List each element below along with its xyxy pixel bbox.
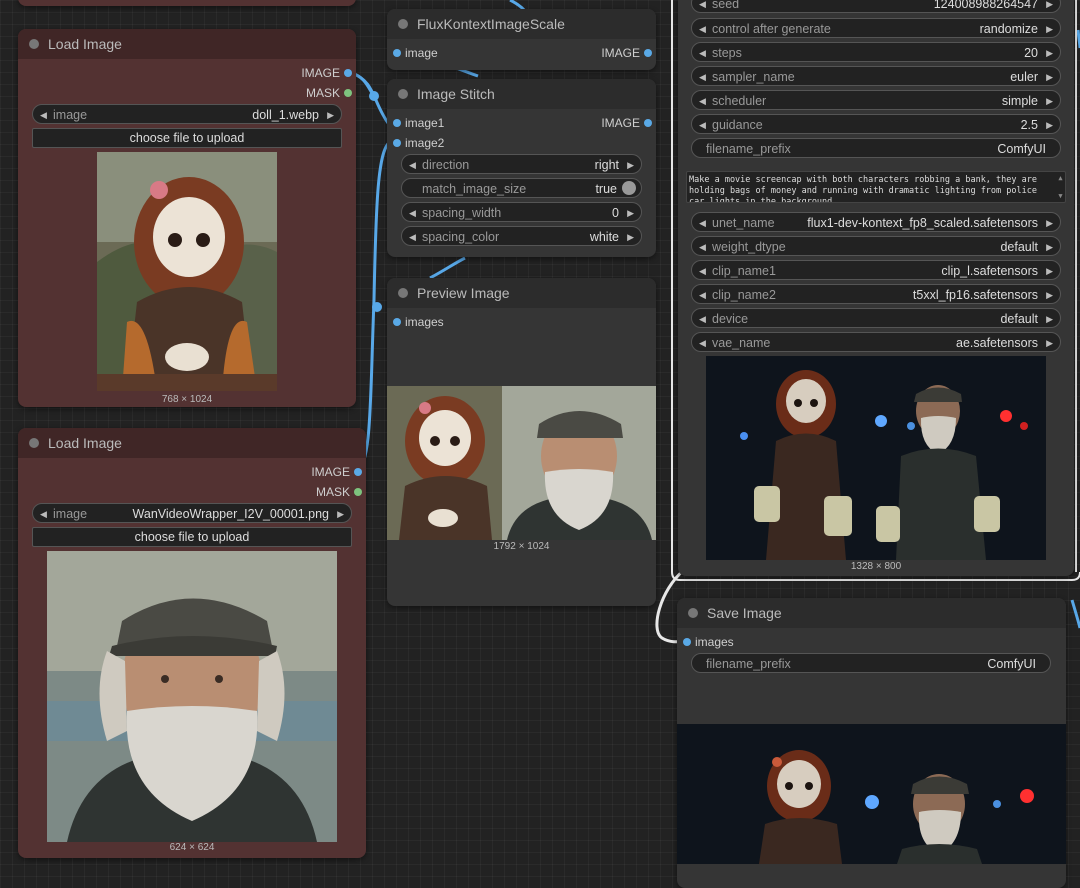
output-slot-image[interactable]: IMAGE bbox=[301, 65, 352, 81]
clip-name2-widget[interactable]: ◀ clip_name2 t5xxl_fp16.safetensors ▶ bbox=[691, 284, 1061, 304]
arrow-left-icon[interactable]: ◀ bbox=[699, 43, 706, 63]
steps-widget[interactable]: ◀ steps 20 ▶ bbox=[691, 42, 1061, 62]
preview-image-node[interactable]: Preview Image images 1792 × 1024 bbox=[387, 278, 656, 606]
arrow-right-icon[interactable]: ▶ bbox=[1046, 91, 1053, 111]
arrow-right-icon[interactable]: ▶ bbox=[1046, 67, 1053, 87]
seed-widget[interactable]: ◀ seed 124008988264547 ▶ bbox=[691, 0, 1061, 13]
image-combo-widget[interactable]: ◀ image doll_1.webp ▶ bbox=[32, 104, 342, 124]
input-slot-image[interactable]: image bbox=[393, 45, 438, 61]
arrow-right-icon[interactable]: ▶ bbox=[627, 227, 634, 247]
arrow-left-icon[interactable]: ◀ bbox=[699, 19, 706, 39]
input-slot-images[interactable]: images bbox=[683, 634, 734, 650]
collapse-dot-icon[interactable] bbox=[29, 39, 39, 49]
doll-image-preview bbox=[97, 152, 277, 391]
arrow-right-icon[interactable]: ▶ bbox=[1046, 19, 1053, 39]
guidance-widget[interactable]: ◀ guidance 2.5 ▶ bbox=[691, 114, 1061, 134]
output-slot-mask[interactable]: MASK bbox=[316, 484, 363, 500]
load-image-node-1[interactable]: Load Image IMAGE MASK ◀ image doll_1.web… bbox=[18, 29, 356, 407]
arrow-right-icon[interactable]: ▶ bbox=[337, 504, 344, 524]
image-dimensions: 1792 × 1024 bbox=[493, 541, 550, 552]
arrow-right-icon[interactable]: ▶ bbox=[1046, 237, 1053, 257]
arrow-right-icon[interactable]: ▶ bbox=[1046, 115, 1053, 135]
collapse-dot-icon[interactable] bbox=[29, 438, 39, 448]
collapse-dot-icon[interactable] bbox=[688, 608, 698, 618]
arrow-left-icon[interactable]: ◀ bbox=[699, 237, 706, 257]
output-slot-mask[interactable]: MASK bbox=[306, 85, 353, 101]
input-slot-image1[interactable]: image1 bbox=[393, 115, 444, 131]
arrow-left-icon[interactable]: ◀ bbox=[699, 285, 706, 305]
vae-name-widget[interactable]: ◀ vae_name ae.safetensors ▶ bbox=[691, 332, 1061, 352]
upload-button[interactable]: choose file to upload bbox=[32, 527, 352, 547]
load-image-node-2[interactable]: Load Image IMAGE MASK ◀ image WanVideoWr… bbox=[18, 428, 366, 858]
device-widget[interactable]: ◀ device default ▶ bbox=[691, 308, 1061, 328]
clip-name1-widget[interactable]: ◀ clip_name1 clip_l.safetensors ▶ bbox=[691, 260, 1061, 280]
image-dimensions: 1328 × 800 bbox=[850, 561, 902, 572]
node-title[interactable]: Preview Image bbox=[387, 278, 656, 308]
stitched-image-preview bbox=[387, 386, 656, 540]
input-slot-images[interactable]: images bbox=[393, 314, 444, 330]
saved-image-preview bbox=[677, 724, 1066, 864]
arrow-right-icon[interactable]: ▶ bbox=[1046, 309, 1053, 329]
partial-node-top[interactable] bbox=[18, 0, 356, 6]
control-after-generate-widget[interactable]: ◀ control after generate randomize ▶ bbox=[691, 18, 1061, 38]
arrow-left-icon[interactable]: ◀ bbox=[409, 227, 416, 247]
arrow-left-icon[interactable]: ◀ bbox=[699, 115, 706, 135]
output-slot-image[interactable]: IMAGE bbox=[601, 45, 652, 61]
arrow-left-icon[interactable]: ◀ bbox=[699, 0, 706, 14]
node-title[interactable]: FluxKontextImageScale bbox=[387, 9, 656, 39]
arrow-right-icon[interactable]: ▶ bbox=[1046, 333, 1053, 353]
sampler-name-widget[interactable]: ◀ sampler_name euler ▶ bbox=[691, 66, 1061, 86]
spacing-width-widget[interactable]: ◀ spacing_width 0 ▶ bbox=[401, 202, 642, 222]
arrow-right-icon[interactable]: ▶ bbox=[327, 105, 334, 125]
arrow-left-icon[interactable]: ◀ bbox=[699, 309, 706, 329]
arrow-left-icon[interactable]: ◀ bbox=[699, 333, 706, 353]
prompt-textarea[interactable]: Make a movie screencap with both charact… bbox=[686, 171, 1066, 203]
arrow-left-icon[interactable]: ◀ bbox=[699, 213, 706, 233]
arrow-left-icon[interactable]: ◀ bbox=[409, 203, 416, 223]
arrow-right-icon[interactable]: ▶ bbox=[1046, 0, 1053, 14]
node-title[interactable]: Save Image bbox=[677, 598, 1066, 628]
sampler-group-node[interactable]: ◀ seed 124008988264547 ▶ ◀ control after… bbox=[678, 0, 1074, 576]
save-image-node[interactable]: Save Image images filename_prefix ComfyU… bbox=[677, 598, 1066, 888]
image-stitch-node[interactable]: Image Stitch image1 image2 IMAGE ◀ direc… bbox=[387, 79, 656, 257]
arrow-right-icon[interactable]: ▶ bbox=[1046, 285, 1053, 305]
arrow-right-icon[interactable]: ▶ bbox=[1046, 43, 1053, 63]
match-image-size-toggle[interactable]: match_image_size true bbox=[401, 178, 642, 198]
weight-dtype-widget[interactable]: ◀ weight_dtype default ▶ bbox=[691, 236, 1061, 256]
scrollbar[interactable]: ▲ ▼ bbox=[1057, 174, 1064, 200]
node-title[interactable]: Load Image bbox=[18, 428, 366, 458]
upload-button[interactable]: choose file to upload bbox=[32, 128, 342, 148]
arrow-left-icon[interactable]: ◀ bbox=[40, 504, 47, 524]
spacing-color-widget[interactable]: ◀ spacing_color white ▶ bbox=[401, 226, 642, 246]
old-man-image-preview bbox=[47, 551, 337, 842]
collapse-dot-icon[interactable] bbox=[398, 89, 408, 99]
output-slot-image[interactable]: IMAGE bbox=[601, 115, 652, 131]
arrow-right-icon[interactable]: ▶ bbox=[1046, 261, 1053, 281]
toggle-knob-icon[interactable] bbox=[622, 181, 636, 195]
image-combo-widget[interactable]: ◀ image WanVideoWrapper_I2V_00001.png ▶ bbox=[32, 503, 352, 523]
arrow-right-icon[interactable]: ▶ bbox=[627, 155, 634, 175]
collapse-dot-icon[interactable] bbox=[398, 19, 408, 29]
filename-prefix-widget[interactable]: filename_prefix ComfyUI bbox=[691, 138, 1061, 158]
unet-name-widget[interactable]: ◀ unet_name flux1-dev-kontext_fp8_scaled… bbox=[691, 212, 1061, 232]
flux-kontext-image-scale-node[interactable]: FluxKontextImageScale image IMAGE bbox=[387, 9, 656, 70]
direction-widget[interactable]: ◀ direction right ▶ bbox=[401, 154, 642, 174]
arrow-left-icon[interactable]: ◀ bbox=[699, 67, 706, 87]
output-slot-image[interactable]: IMAGE bbox=[311, 464, 362, 480]
scheduler-widget[interactable]: ◀ scheduler simple ▶ bbox=[691, 90, 1061, 110]
input-slot-image2[interactable]: image2 bbox=[393, 135, 444, 151]
collapse-dot-icon[interactable] bbox=[398, 288, 408, 298]
node-title[interactable]: Image Stitch bbox=[387, 79, 656, 109]
arrow-left-icon[interactable]: ◀ bbox=[40, 105, 47, 125]
arrow-left-icon[interactable]: ◀ bbox=[699, 91, 706, 111]
arrow-left-icon[interactable]: ◀ bbox=[409, 155, 416, 175]
filename-prefix-widget[interactable]: filename_prefix ComfyUI bbox=[691, 653, 1051, 673]
image-dimensions: 624 × 624 bbox=[169, 842, 215, 853]
arrow-left-icon[interactable]: ◀ bbox=[699, 261, 706, 281]
arrow-right-icon[interactable]: ▶ bbox=[627, 203, 634, 223]
node-title[interactable]: Load Image bbox=[18, 29, 356, 59]
arrow-right-icon[interactable]: ▶ bbox=[1046, 213, 1053, 233]
image-dimensions: 768 × 1024 bbox=[161, 394, 213, 405]
generated-image-preview bbox=[706, 356, 1046, 560]
